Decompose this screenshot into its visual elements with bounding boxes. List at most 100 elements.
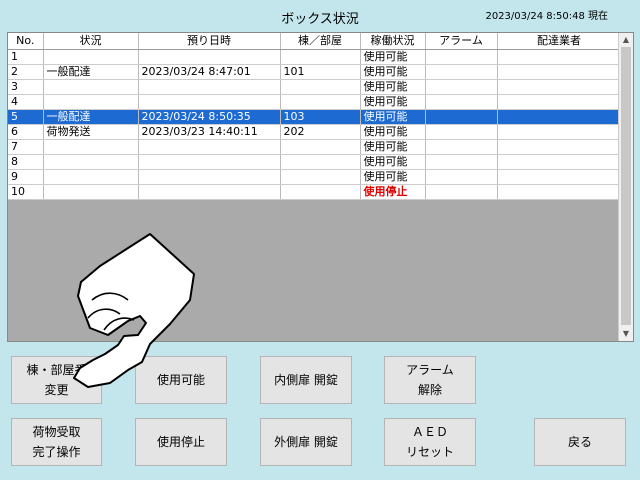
cell-alarm <box>425 139 498 155</box>
scroll-down-icon[interactable]: ▼ <box>619 327 633 341</box>
cell-no: 7 <box>8 139 44 155</box>
cell-carrier <box>497 169 622 185</box>
cell-room <box>280 139 361 155</box>
cell-alarm <box>425 94 498 110</box>
cell-no: 9 <box>8 169 44 185</box>
column-header-operation[interactable]: 稼働状況 <box>360 33 426 50</box>
table-row[interactable]: 4 使用可能 <box>8 94 622 110</box>
cell-no: 10 <box>8 184 44 200</box>
table-row[interactable]: 10 使用停止 <box>8 184 622 200</box>
cell-no: 1 <box>8 49 44 65</box>
cell-alarm <box>425 109 498 125</box>
cell-status: 荷物発送 <box>43 124 139 140</box>
cell-room <box>280 79 361 95</box>
column-header-datetime[interactable]: 預り日時 <box>138 33 281 50</box>
disable-label: 使用停止 <box>156 435 205 449</box>
alarm-reset-label-1: アラーム <box>406 363 454 377</box>
cell-carrier <box>497 154 622 170</box>
table-row[interactable]: 3 使用可能 <box>8 79 622 95</box>
parcel-complete-button[interactable]: 荷物受取 完了操作 <box>11 418 102 466</box>
box-status-table: No. 状況 預り日時 棟／部屋 稼働状況 アラーム 配達業者 1 使用可能 2 <box>8 33 622 200</box>
cell-status <box>43 169 139 185</box>
cell-room <box>280 94 361 110</box>
cell-status <box>43 139 139 155</box>
cell-carrier <box>497 184 622 200</box>
cell-operation: 使用可能 <box>360 124 426 140</box>
cell-datetime <box>138 139 281 155</box>
table-row[interactable]: 9 使用可能 <box>8 169 622 185</box>
inner-door-label: 内側扉 開錠 <box>274 373 338 387</box>
enable-button[interactable]: 使用可能 <box>135 356 227 404</box>
cell-room: 101 <box>280 64 361 80</box>
aed-label-2: リセット <box>405 445 454 459</box>
cell-no: 3 <box>8 79 44 95</box>
column-header-room[interactable]: 棟／部屋 <box>280 33 361 50</box>
cell-no: 2 <box>8 64 44 80</box>
aed-reset-button[interactable]: ＡＥＤ リセット <box>384 418 476 466</box>
table-header-row: No. 状況 預り日時 棟／部屋 稼働状況 アラーム 配達業者 <box>8 33 622 50</box>
alarm-reset-label-2: 解除 <box>417 383 442 397</box>
cell-no: 5 <box>8 109 44 125</box>
scroll-up-icon[interactable]: ▲ <box>619 33 633 47</box>
table-row[interactable]: 7 使用可能 <box>8 139 622 155</box>
cell-operation: 使用可能 <box>360 49 426 65</box>
cell-room <box>280 184 361 200</box>
cell-carrier <box>497 124 622 140</box>
disable-button[interactable]: 使用停止 <box>135 418 227 466</box>
cell-datetime: 2023/03/23 14:40:11 <box>138 124 281 140</box>
cell-alarm <box>425 184 498 200</box>
cell-operation: 使用可能 <box>360 139 426 155</box>
cell-alarm <box>425 169 498 185</box>
table-row[interactable]: 8 使用可能 <box>8 154 622 170</box>
cell-alarm <box>425 64 498 80</box>
change-room-label-2: 変更 <box>44 383 69 397</box>
cell-operation: 使用可能 <box>360 64 426 80</box>
cell-operation: 使用可能 <box>360 79 426 95</box>
cell-operation: 使用可能 <box>360 109 426 125</box>
column-header-status[interactable]: 状況 <box>43 33 139 50</box>
cell-carrier <box>497 79 622 95</box>
cell-no: 8 <box>8 154 44 170</box>
column-header-alarm[interactable]: アラーム <box>425 33 498 50</box>
cell-status: 一般配達 <box>43 109 139 125</box>
cell-status <box>43 49 139 65</box>
table-row-selected[interactable]: 5 一般配達 2023/03/24 8:50:35 103 使用可能 <box>8 109 622 125</box>
aed-label-1: ＡＥＤ <box>411 425 448 439</box>
cell-carrier <box>497 94 622 110</box>
table-row[interactable]: 1 使用可能 <box>8 49 622 65</box>
cell-room <box>280 169 361 185</box>
scroll-thumb[interactable] <box>621 47 631 325</box>
cell-no: 6 <box>8 124 44 140</box>
cell-datetime <box>138 94 281 110</box>
table-row[interactable]: 6 荷物発送 2023/03/23 14:40:11 202 使用可能 <box>8 124 622 140</box>
box-status-table-panel: No. 状況 預り日時 棟／部屋 稼働状況 アラーム 配達業者 1 使用可能 2 <box>7 32 634 342</box>
outer-door-unlock-button[interactable]: 外側扉 開錠 <box>260 418 352 466</box>
cell-alarm <box>425 79 498 95</box>
table-row[interactable]: 2 一般配達 2023/03/24 8:47:01 101 使用可能 <box>8 64 622 80</box>
change-room-label-1: 棟・部屋番 <box>26 363 87 377</box>
table-scrollbar[interactable]: ▲ ▼ <box>618 33 633 341</box>
back-label: 戻る <box>567 435 592 449</box>
cell-datetime <box>138 169 281 185</box>
cell-alarm <box>425 154 498 170</box>
change-room-button[interactable]: 棟・部屋番 変更 <box>11 356 102 404</box>
inner-door-unlock-button[interactable]: 内側扉 開錠 <box>260 356 352 404</box>
alarm-reset-button[interactable]: アラーム 解除 <box>384 356 476 404</box>
parcel-label-1: 荷物受取 <box>32 425 81 439</box>
cell-carrier <box>497 49 622 65</box>
cell-datetime <box>138 154 281 170</box>
cell-status: 一般配達 <box>43 64 139 80</box>
cell-operation: 使用可能 <box>360 154 426 170</box>
cell-carrier <box>497 109 622 125</box>
current-datetime: 2023/03/24 8:50:48 現在 <box>485 11 608 22</box>
cell-datetime <box>138 79 281 95</box>
cell-status <box>43 94 139 110</box>
cell-room: 202 <box>280 124 361 140</box>
cell-operation: 使用可能 <box>360 94 426 110</box>
back-button[interactable]: 戻る <box>534 418 626 466</box>
column-header-no[interactable]: No. <box>8 33 44 50</box>
parcel-label-2: 完了操作 <box>32 445 81 459</box>
cell-room <box>280 154 361 170</box>
column-header-carrier[interactable]: 配達業者 <box>497 33 622 50</box>
cell-room <box>280 49 361 65</box>
